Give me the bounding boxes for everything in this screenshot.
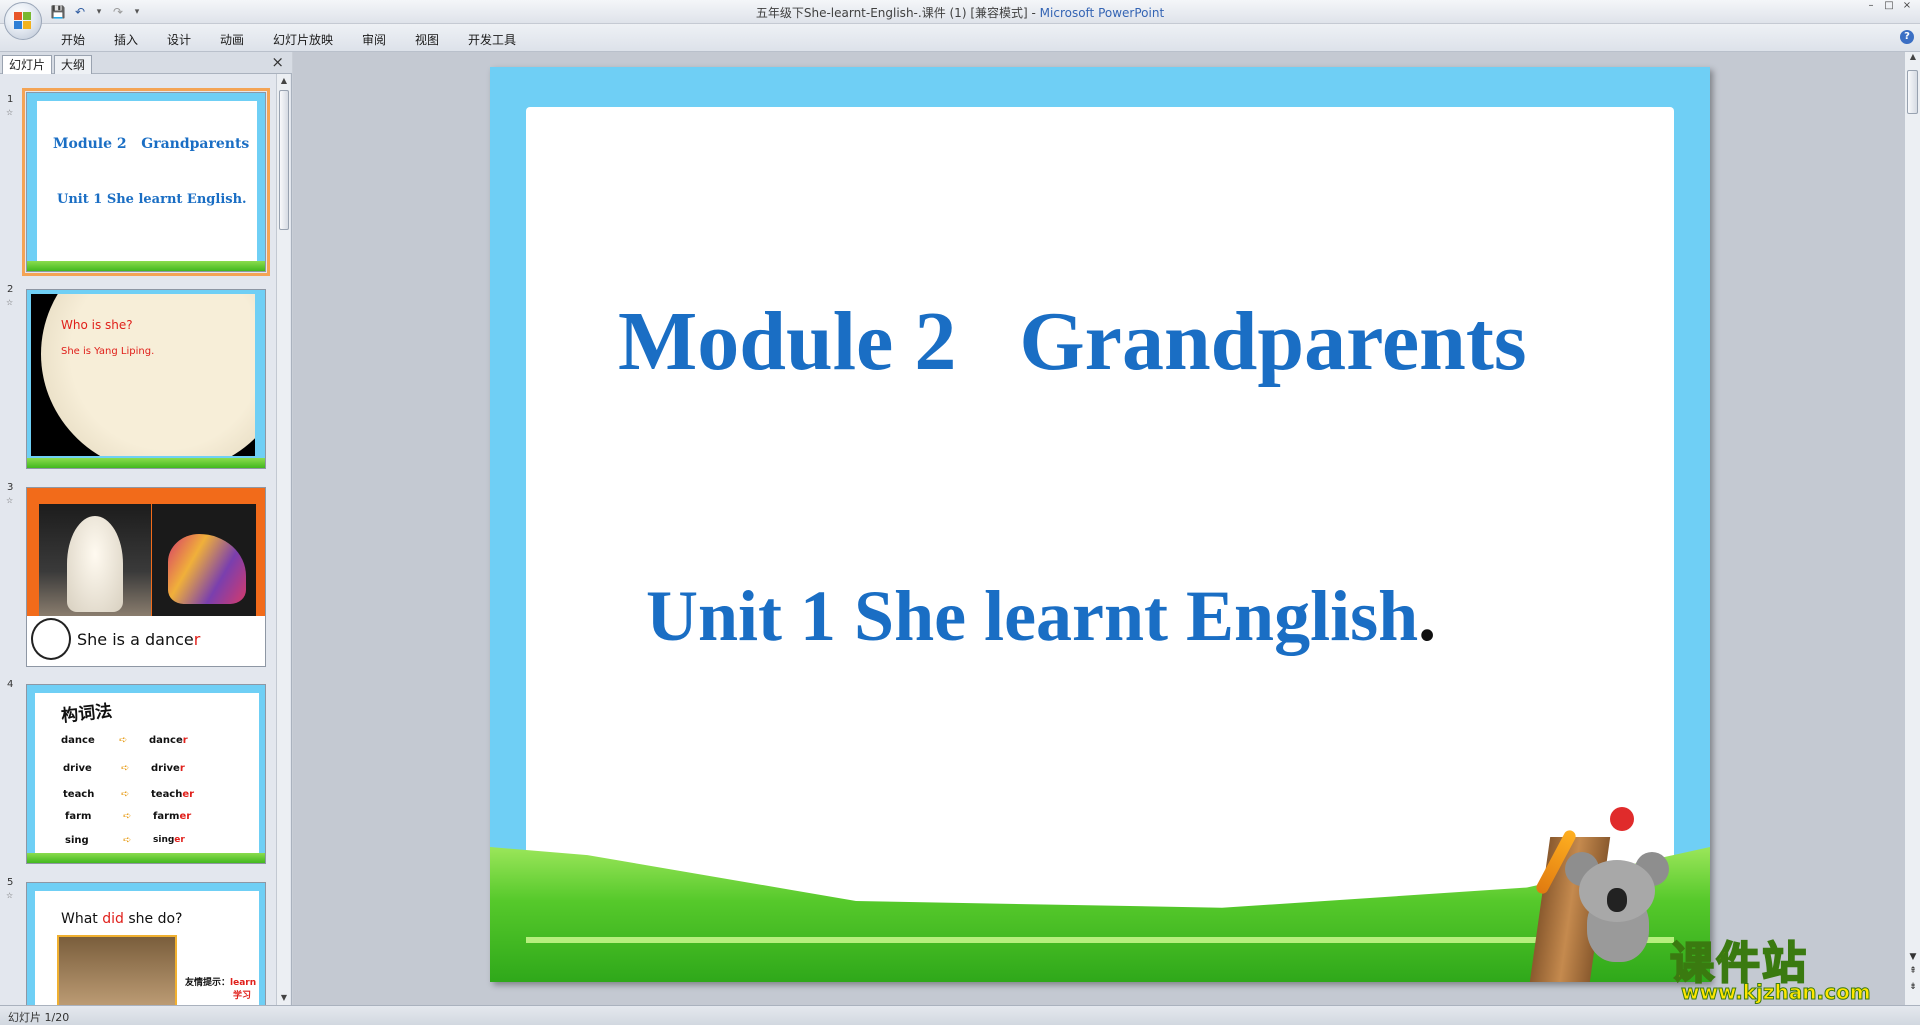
dancer-photo: Who is she? She is Yang Liping.	[31, 294, 255, 456]
next-slide-icon[interactable]: ⇟	[1907, 982, 1919, 992]
scroll-down-icon[interactable]: ▼	[278, 991, 290, 1005]
thumb-subtitle: Unit 1 She learnt English.	[57, 192, 247, 207]
thumb-caption: She is a dancer	[77, 630, 201, 649]
tab-outline[interactable]: 大纲	[54, 55, 93, 74]
slide-number: 2	[7, 284, 14, 295]
thumbnail-scrollbar[interactable]: ▲ ▼	[276, 74, 290, 1005]
slide-editing-area: Module 2 Grandparents Unit 1 She learnt …	[293, 52, 1904, 1005]
quick-access-toolbar: 💾 ↶ ▾ ↷ ▾	[50, 3, 142, 21]
save-icon[interactable]: 💾	[50, 4, 66, 20]
tab-slideshow[interactable]: 幻灯片放映	[273, 31, 333, 48]
slide-scrollbar[interactable]: ▲ ▼ ⇞ ⇟	[1904, 52, 1920, 1005]
slide-subtitle[interactable]: Unit 1 She learnt English.	[490, 575, 1710, 658]
document-title: 五年级下She-learnt-English-.课件 (1) [兼容模式]	[755, 6, 1028, 20]
tab-view[interactable]: 视图	[415, 31, 439, 48]
flower-decoration	[1610, 807, 1634, 831]
window-title: 五年级下She-learnt-English-.课件 (1) [兼容模式] - …	[755, 6, 1165, 20]
transition-icon: ☆	[6, 108, 14, 117]
scroll-up-icon[interactable]: ▲	[278, 74, 290, 88]
slide-number: 1	[7, 94, 14, 105]
slides-pane: 幻灯片 大纲 × 1 ☆ Module 2 Grandparents Unit …	[0, 52, 292, 1005]
pane-tabs: 幻灯片 大纲 ×	[0, 52, 292, 74]
scroll-thumb[interactable]	[1907, 70, 1918, 114]
slide-thumbnail-1[interactable]: Module 2 Grandparents Unit 1 She learnt …	[22, 88, 270, 276]
slide-thumbnail-5[interactable]: What did she do? 友情提示：learn 学习	[26, 882, 266, 1005]
slide-position-status: 幻灯片 1/20	[8, 1011, 70, 1024]
transition-icon: ☆	[6, 891, 14, 900]
thumb-question: Who is she?	[61, 318, 133, 332]
previous-slide-icon[interactable]: ⇞	[1907, 966, 1919, 976]
tab-design[interactable]: 设计	[167, 31, 191, 48]
transition-icon: ☆	[6, 298, 14, 307]
office-button[interactable]	[4, 2, 42, 40]
slide-thumbnail-3[interactable]: She is a dancer	[26, 487, 266, 667]
maximize-button[interactable]: □	[1880, 0, 1898, 14]
watermark-url: www.kjzhan.com	[1681, 980, 1872, 1005]
tab-slides[interactable]: 幻灯片	[2, 55, 53, 74]
scroll-up-icon[interactable]: ▲	[1907, 52, 1919, 66]
tab-developer[interactable]: 开发工具	[468, 31, 516, 48]
scroll-thumb[interactable]	[279, 90, 289, 230]
thumb-hint: 友情提示：learn 学习	[185, 978, 257, 1001]
transition-icon: ☆	[6, 496, 14, 505]
close-pane-icon[interactable]: ×	[271, 54, 284, 70]
minimize-button[interactable]: –	[1862, 0, 1880, 14]
scroll-down-icon[interactable]: ▼	[1907, 952, 1919, 962]
customize-qat-icon[interactable]: ▾	[132, 4, 142, 20]
slide-number: 4	[7, 679, 14, 690]
redo-icon[interactable]: ↷	[110, 4, 126, 20]
status-bar: 幻灯片 1/20	[0, 1005, 1920, 1025]
slide-title[interactable]: Module 2 Grandparents	[490, 293, 1710, 390]
tab-review[interactable]: 审阅	[362, 31, 386, 48]
undo-dropdown-icon[interactable]: ▾	[94, 4, 104, 20]
thumb-answer: She is Yang Liping.	[61, 346, 155, 357]
dancer-photo-white	[39, 504, 151, 616]
slide-number: 3	[7, 482, 14, 493]
bear-icon	[31, 618, 71, 660]
thumb-title: Module 2 Grandparents	[53, 136, 250, 152]
tab-animations[interactable]: 动画	[220, 31, 244, 48]
window-controls: – □ ×	[1862, 0, 1916, 14]
thumb-heading: 构词法	[60, 701, 114, 727]
tab-home[interactable]: 开始	[61, 31, 85, 48]
office-logo-icon	[14, 12, 32, 30]
slide-number: 5	[7, 877, 14, 888]
undo-icon[interactable]: ↶	[72, 4, 88, 20]
dancer-photo-colorful	[152, 504, 256, 616]
thumb-question: What did she do?	[61, 911, 183, 927]
slide-thumbnail-list: 1 ☆ Module 2 Grandparents Unit 1 She lea…	[0, 74, 274, 1005]
slide-thumbnail-2[interactable]: Who is she? She is Yang Liping.	[26, 289, 266, 469]
slide-thumbnail-4[interactable]: 构词法 dance ➪ dancer drive ➪ driver teach ➪ teac…	[26, 684, 266, 864]
grandma-photo	[57, 935, 177, 1005]
tab-insert[interactable]: 插入	[114, 31, 138, 48]
app-name: Microsoft PowerPoint	[1039, 6, 1165, 20]
koala-icon	[1565, 852, 1669, 962]
ribbon-tabs: 开始 插入 设计 动画 幻灯片放映 审阅 视图 开发工具 ?	[0, 24, 1920, 52]
slide-content-area	[526, 107, 1674, 937]
close-button[interactable]: ×	[1898, 0, 1916, 14]
help-icon[interactable]: ?	[1900, 30, 1914, 44]
title-bar: 五年级下She-learnt-English-.课件 (1) [兼容模式] - …	[0, 0, 1920, 24]
current-slide[interactable]: Module 2 Grandparents Unit 1 She learnt …	[490, 67, 1710, 982]
